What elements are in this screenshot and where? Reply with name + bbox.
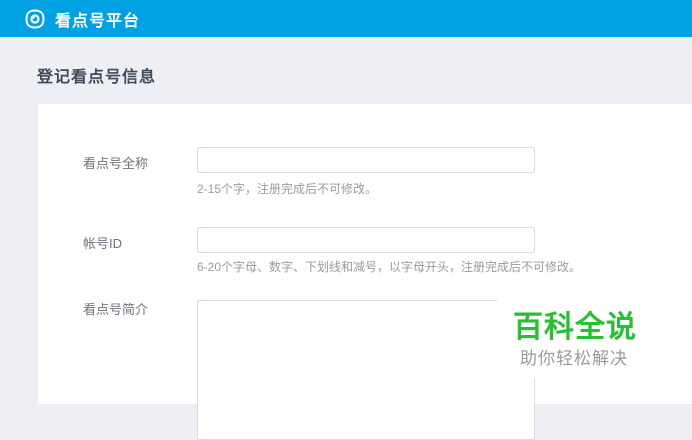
kandian-name-hint: 2-15个字，注册完成后不可修改。 xyxy=(197,182,378,196)
kandian-name-input[interactable] xyxy=(197,147,535,173)
eye-icon xyxy=(25,8,45,29)
page-title: 登记看点号信息 xyxy=(37,69,157,86)
watermark: 百科全说 助你轻松解决 xyxy=(497,292,692,378)
watermark-title: 百科全说 xyxy=(513,311,637,344)
account-id-input[interactable] xyxy=(197,227,535,253)
kandian-intro-textarea[interactable] xyxy=(197,300,535,440)
account-id-hint: 6-20个字母、数字、下划线和减号，以字母开头，注册完成后不可修改。 xyxy=(197,260,582,274)
watermark-subtitle: 助你轻松解决 xyxy=(520,349,628,368)
account-id-label: 帐号ID xyxy=(83,236,123,251)
kandian-intro-label: 看点号简介 xyxy=(83,302,149,317)
kandian-name-label: 看点号全称 xyxy=(83,156,149,171)
app-header: 看点号平台 xyxy=(0,0,692,37)
app-title: 看点号平台 xyxy=(55,12,141,30)
